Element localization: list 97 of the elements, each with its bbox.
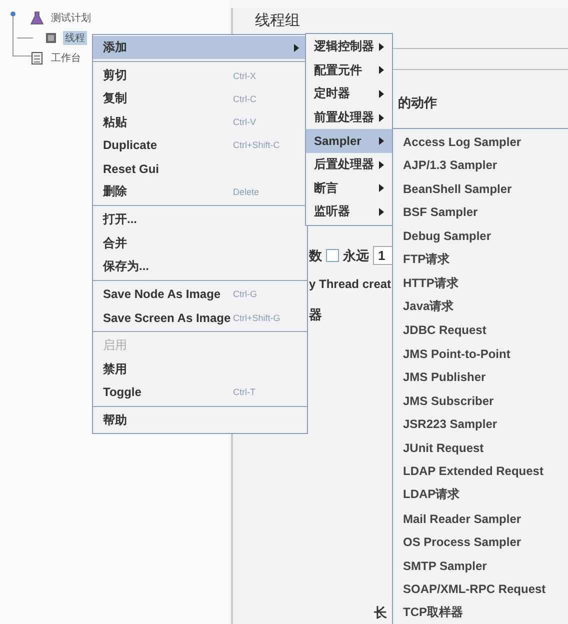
submenu-arrow-icon — [379, 160, 384, 169]
checkbox[interactable] — [326, 249, 339, 262]
loop-label: 数 — [309, 246, 322, 264]
menu-item[interactable]: AJP/1.3 Sampler — [393, 154, 568, 178]
menu-item[interactable]: BSF Sampler — [393, 200, 568, 224]
menu-item[interactable]: 禁用 — [93, 357, 307, 381]
menu-item[interactable]: LDAP Extended Request — [393, 460, 568, 484]
menu-item-label: 启用 — [103, 337, 128, 354]
submenu-arrow-icon — [379, 114, 384, 122]
menu-item[interactable]: Sampler — [306, 129, 392, 153]
menu-item[interactable]: 断言 — [306, 176, 392, 200]
menu-item-label: 打开... — [103, 211, 138, 228]
menu-item[interactable]: Mail Reader Sampler — [393, 506, 568, 530]
menu-item-label: 删除 — [103, 183, 128, 200]
menu-item-label: 前置处理器 — [314, 109, 375, 126]
menu-item-label: Save Node As Image — [103, 287, 222, 302]
menu-item[interactable]: Reset Gui — [93, 156, 307, 180]
menu-item[interactable]: JMS Publisher — [393, 365, 568, 390]
menu-item-label: 剪切 — [103, 67, 128, 84]
section-label: 的动作 — [398, 94, 437, 112]
spool-icon — [44, 31, 58, 45]
menu-item[interactable]: Save Node As Image Ctrl-G — [93, 282, 307, 306]
menu-item[interactable]: 保存为... — [93, 254, 307, 278]
menu-item[interactable]: 打开... — [93, 208, 307, 232]
shortcut-label: Ctrl-X — [233, 70, 257, 81]
menu-item[interactable]: 监听器 — [306, 200, 392, 224]
menu-item-label: 断言 — [314, 180, 339, 197]
submenu-arrow-icon — [379, 137, 384, 146]
menu-item[interactable]: TCP取样器 — [393, 600, 568, 624]
menu-item[interactable]: Java请求 — [393, 294, 568, 318]
menu-item-label: 定时器 — [314, 85, 351, 102]
menu-item-label: 禁用 — [103, 360, 128, 378]
menu-item[interactable]: 复制 Ctrl-C — [93, 87, 307, 111]
menu-item[interactable]: JDBC Request — [393, 318, 568, 342]
tree-item[interactable]: 线程 — [63, 31, 87, 45]
menu-item-label: 添加 — [103, 39, 128, 56]
shortcut-label: Ctrl-T — [233, 387, 256, 398]
menu-item[interactable]: 删除 Delete — [93, 180, 307, 204]
menu-item[interactable]: HTTP请求 — [393, 271, 568, 295]
shortcut-label: Ctrl+Shift-C — [233, 140, 281, 150]
submenu-arrow-icon — [379, 90, 384, 98]
submenu-arrow-icon — [379, 42, 384, 51]
menu-item-label: Toggle — [103, 385, 142, 400]
menu-item-label: 合并 — [103, 234, 128, 252]
menu-item[interactable]: 帮助 — [93, 408, 307, 432]
tree-item[interactable]: 测试计划 — [49, 11, 93, 25]
menu-item[interactable]: SOAP/XML-RPC Request — [393, 577, 568, 601]
shortcut-label: Ctrl-C — [233, 94, 258, 104]
shortcut-label: Ctrl-V — [233, 117, 257, 128]
option-label: y Thread creat — [309, 277, 392, 291]
menu-item-label: 逻辑控制器 — [314, 38, 375, 56]
clipboard-icon — [30, 51, 44, 65]
menu-item[interactable]: 添加 — [93, 36, 307, 60]
menu-item[interactable]: SMTP Sampler — [393, 554, 568, 578]
menu-item-label: Reset Gui — [103, 162, 160, 176]
menu-item[interactable]: OS Process Sampler — [393, 530, 568, 554]
menu-item-label: 复制 — [103, 90, 128, 108]
shortcut-label: Ctrl+Shift-G — [233, 312, 282, 323]
menu-item[interactable]: Debug Sampler — [393, 224, 568, 248]
menu-item[interactable]: 合并 — [93, 232, 307, 255]
menu-item[interactable]: Toggle Ctrl-T — [93, 380, 307, 404]
menu-item[interactable]: 前置处理器 — [306, 106, 392, 130]
menu-item-label: 保存为... — [103, 258, 150, 275]
tree-item[interactable]: 工作台 — [49, 51, 83, 65]
checkbox-label: 永远 — [343, 246, 369, 264]
menu-item[interactable]: 后置处理器 — [306, 152, 392, 177]
menu-item[interactable]: BeanShell Sampler — [393, 177, 568, 201]
menu-item-label: Duplicate — [103, 138, 158, 152]
menu-item-label: 监听器 — [314, 203, 351, 220]
menu-item[interactable]: Duplicate Ctrl+Shift-C — [93, 134, 307, 157]
menu-item[interactable]: LDAP请求 — [393, 483, 568, 507]
menu-item[interactable]: JSR223 Sampler — [393, 412, 568, 436]
menu-item-label: 粘贴 — [103, 114, 128, 131]
menu-item[interactable]: Save Screen As Image Ctrl+Shift-G — [93, 306, 307, 330]
panel-title: 线程组 — [255, 12, 301, 30]
menu-item[interactable]: JMS Point-to-Point — [393, 342, 568, 366]
menu-item-label: 后置处理器 — [314, 156, 375, 174]
menu-item[interactable]: 粘贴 Ctrl-V — [93, 110, 307, 134]
menu-item[interactable]: 定时器 — [306, 82, 392, 106]
shortcut-label: Ctrl-G — [233, 289, 258, 300]
menu-item[interactable]: 剪切 Ctrl-X — [93, 64, 307, 88]
menu-item-label: Sampler — [314, 134, 362, 148]
menu-item-label: 配置元件 — [314, 62, 363, 79]
menu-item[interactable]: JMS Subscriber — [393, 389, 568, 413]
shortcut-label: Delete — [233, 186, 260, 197]
submenu-arrow-icon — [379, 208, 384, 216]
menu-item-label: 帮助 — [103, 412, 128, 429]
flask-icon — [30, 11, 44, 25]
menu-item-label: Save Screen As Image — [103, 310, 232, 325]
menu-item[interactable]: JUnit Request — [393, 436, 568, 460]
menu-item[interactable]: 逻辑控制器 — [306, 35, 392, 59]
submenu-arrow-icon — [379, 184, 384, 192]
scheduler-label: 器 — [309, 306, 322, 324]
menu-item[interactable]: 配置元件 — [306, 58, 392, 82]
submenu-arrow-icon — [379, 66, 384, 74]
field-label: 长 — [374, 604, 387, 622]
menu-item[interactable]: Access Log Sampler — [393, 130, 568, 154]
